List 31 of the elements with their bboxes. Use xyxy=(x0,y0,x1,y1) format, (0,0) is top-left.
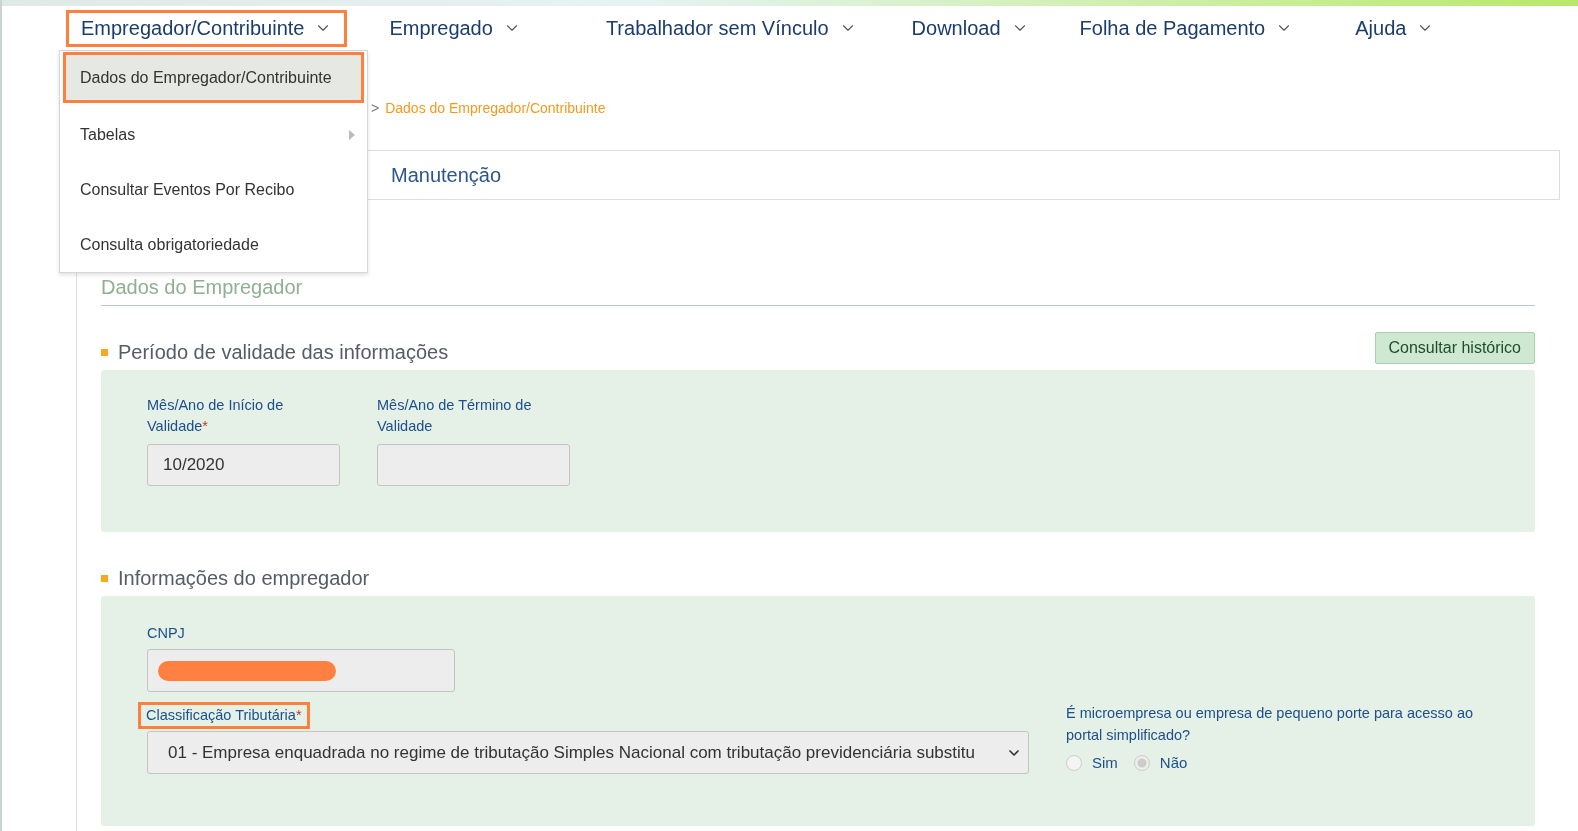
field-label: Mês/Ano de Término de Validade xyxy=(377,396,533,436)
dropdown-item[interactable]: Tabelas xyxy=(63,107,364,162)
nav-menu-item[interactable]: Download xyxy=(896,9,1044,47)
field-label: Classificação Tributária* xyxy=(138,702,310,729)
card-title: Dados do Empregador xyxy=(101,274,1535,306)
dropdown-item[interactable]: Consultar Eventos Por Recibo xyxy=(63,162,364,217)
nav-menu-item[interactable]: Empregado xyxy=(374,9,536,47)
nav-menu-item[interactable]: Trabalhador sem Vínculo xyxy=(590,9,872,47)
nav-menu-item[interactable]: Empregador/Contribuinte xyxy=(66,9,348,47)
select-field[interactable]: 01 - Empresa enquadrada no regime de tributação Simples Nacional com tributação previdenciária substitu xyxy=(147,731,1029,774)
bullet-icon xyxy=(101,349,108,356)
date-field[interactable]: 10/2020 xyxy=(147,444,340,486)
section-title: Período de validade das informações xyxy=(118,341,449,364)
caret-right-icon xyxy=(349,129,355,140)
history-button[interactable]: Consultar histórico xyxy=(1374,332,1535,364)
date-field[interactable] xyxy=(377,444,570,486)
dropdown-item[interactable]: Consulta obrigatoriedade xyxy=(63,217,364,272)
radio-option[interactable]: Sim xyxy=(1066,754,1118,771)
radio-option[interactable]: Não xyxy=(1133,754,1188,771)
nav-menu-item[interactable]: Ajuda xyxy=(1340,9,1450,47)
field-label: CNPJ xyxy=(147,624,185,643)
nav-menu-item[interactable]: Folha de Pagamento xyxy=(1064,9,1309,47)
cnpj-field[interactable] xyxy=(147,649,455,692)
tab[interactable]: Manutenção xyxy=(367,150,1560,200)
section-title: Informações do empregador xyxy=(118,567,370,590)
breadcrumb-current: Dados do Empregador/Contribuinte xyxy=(385,100,606,116)
breadcrumb-separator: > xyxy=(371,100,380,116)
bullet-icon xyxy=(101,575,108,582)
question-label: É microempresa ou empresa de pequeno porte para acesso ao portal simplificado? xyxy=(1066,704,1475,745)
field-label: Mês/Ano de Início de Validade* xyxy=(147,396,285,436)
dropdown-item[interactable]: Dados do Empregador/Contribuinte xyxy=(63,52,364,103)
